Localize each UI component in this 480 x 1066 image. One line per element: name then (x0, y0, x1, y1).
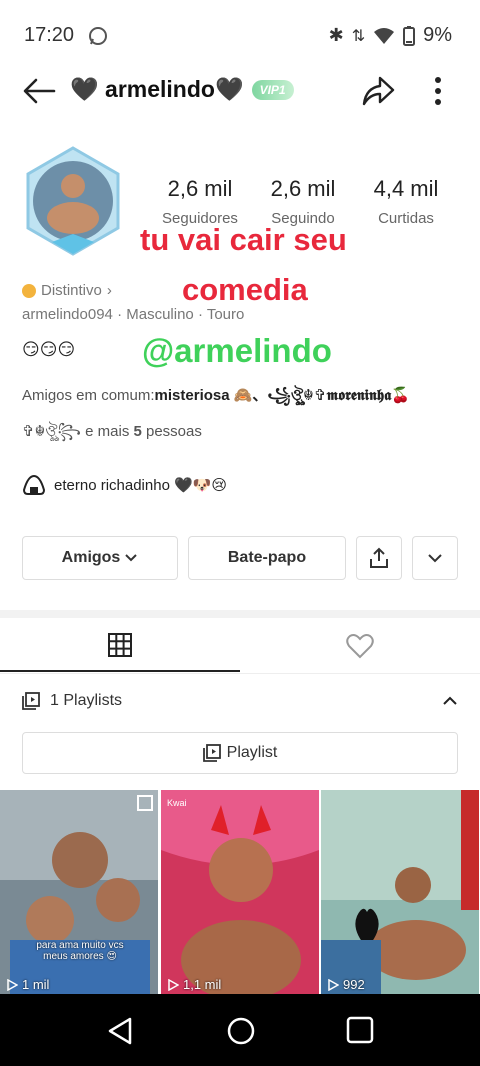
status-icons: ✱ ⇅ 9% (329, 24, 452, 47)
views-count: 1,1 mil (183, 977, 222, 992)
mutual-friends[interactable]: Amigos em comum:misteriosa 🙈、꧁ঔৣ☬✞𝖒𝖔𝖗𝖊𝖓𝖎… (22, 383, 410, 414)
expand-button[interactable] (412, 536, 458, 580)
video-thumbnail[interactable]: para ama muito vcs meus amores 😍 1 mil (0, 790, 158, 994)
bluetooth-icon: ✱ (328, 25, 344, 45)
tab-videos[interactable] (0, 620, 240, 672)
video-cover-image (321, 790, 479, 994)
playlist-button[interactable]: Playlist (22, 732, 458, 774)
system-navigation-bar (0, 994, 480, 1066)
mutual-friends-prefix: Amigos em comum: (22, 387, 155, 404)
badge-link[interactable]: Distintivo › (22, 282, 112, 299)
chevron-down-icon (428, 554, 442, 563)
data-arrows-icon: ⇅ (351, 27, 366, 45)
play-icon (328, 978, 339, 991)
whatsapp-icon (89, 27, 107, 45)
wifi-icon (374, 27, 395, 44)
following-count: 2,6 mil (270, 176, 336, 201)
likes-label: Curtidas (378, 210, 434, 227)
mutual-friends-names-2: ✞☬ঔৣ꧂ (22, 423, 81, 440)
emoji-status: 😏😏😏 (22, 340, 76, 359)
friends-button-label: Amigos (61, 549, 121, 566)
grid-icon (108, 633, 132, 657)
share-icon[interactable] (360, 74, 396, 108)
likes-stat[interactable]: 4,4 mil Curtidas (351, 176, 461, 227)
gender: Masculino (126, 306, 194, 323)
bio: eterno richadinho 🖤🐶😢 (22, 474, 227, 496)
mutual-friends-more[interactable]: ✞☬ঔৣ꧂ e mais 5 pessoas (22, 419, 202, 450)
play-icon (168, 978, 179, 991)
video-cover-image (0, 790, 158, 994)
chevron-down-icon (125, 554, 138, 562)
status-time: 17:20 (24, 24, 75, 46)
likes-count: 4,4 mil (373, 176, 439, 201)
friends-button[interactable]: Amigos (22, 536, 178, 580)
overlay-text-line1: tu vai cair seu (140, 222, 347, 257)
user-id: armelindo094 (22, 306, 113, 323)
following-stat[interactable]: 2,6 mil Seguindo (248, 176, 358, 227)
heart-icon (346, 634, 374, 659)
profile-meta: armelindo094 · Masculino · Touro (22, 306, 245, 323)
tab-divider (0, 673, 480, 674)
video-caption: para ama muito vcs meus amores 😍 (36, 940, 124, 962)
avatar[interactable] (22, 146, 124, 258)
playlists-header[interactable]: 1 Playlists (22, 692, 458, 710)
video-cover-image (161, 790, 319, 994)
nav-recents-icon[interactable] (346, 1016, 374, 1044)
chat-button[interactable]: Bate-papo (188, 536, 346, 580)
playlist-button-label: Playlist (226, 744, 278, 761)
username: 🖤 armelindo🖤 (70, 76, 244, 102)
bio-text: eterno richadinho 🖤🐶😢 (54, 477, 228, 494)
video-thumbnail[interactable]: Kwai 1,1 mil (161, 790, 319, 994)
play-icon (7, 978, 18, 991)
nav-home-icon[interactable] (226, 1016, 256, 1046)
overlay-text-line3: @armelindo (142, 332, 332, 369)
chevron-right-icon: › (106, 282, 112, 299)
zodiac: Touro (206, 306, 245, 323)
views-count: 1 mil (22, 977, 50, 992)
video-thumbnail[interactable]: 992 (321, 790, 479, 994)
views-count: 992 (343, 977, 365, 992)
badge-label: Distintivo (41, 282, 102, 299)
profile-title: 🖤 armelindo🖤 VIP1 (70, 76, 294, 103)
mutual-friends-names: misteriosa 🙈、꧁ঔৣ☬✞𝖒𝖔𝖗𝖊𝖓𝖎𝖓𝖍𝖆🍒 (154, 387, 410, 404)
share-icon (370, 547, 388, 568)
followers-stat[interactable]: 2,6 mil Seguidores (145, 176, 255, 227)
badge-icon (22, 283, 36, 298)
battery-level: 9% (423, 24, 452, 46)
vip-badge: VIP1 (251, 79, 294, 100)
section-divider (0, 610, 480, 618)
video-caption: Kwai (167, 798, 187, 808)
share-profile-button[interactable] (356, 536, 402, 580)
playlists-count: 1 Playlists (50, 692, 123, 709)
more-options-icon[interactable] (428, 74, 448, 108)
back-arrow-icon[interactable] (22, 76, 56, 106)
followers-count: 2,6 mil (167, 176, 233, 201)
mutual-friends-count: 5 (133, 423, 142, 440)
overlay-text-line2: comedia (182, 272, 308, 307)
nav-back-icon[interactable] (106, 1016, 134, 1046)
onigiri-icon (22, 474, 46, 495)
chat-button-label: Bate-papo (227, 549, 307, 566)
chevron-up-icon[interactable] (442, 696, 458, 706)
video-views: 1 mil (6, 977, 49, 992)
playlist-icon (202, 744, 221, 762)
video-views: 992 (327, 977, 365, 992)
battery-icon (403, 25, 416, 46)
video-views: 1,1 mil (167, 977, 221, 992)
playlist-icon (22, 692, 40, 710)
tab-liked[interactable] (240, 620, 480, 672)
